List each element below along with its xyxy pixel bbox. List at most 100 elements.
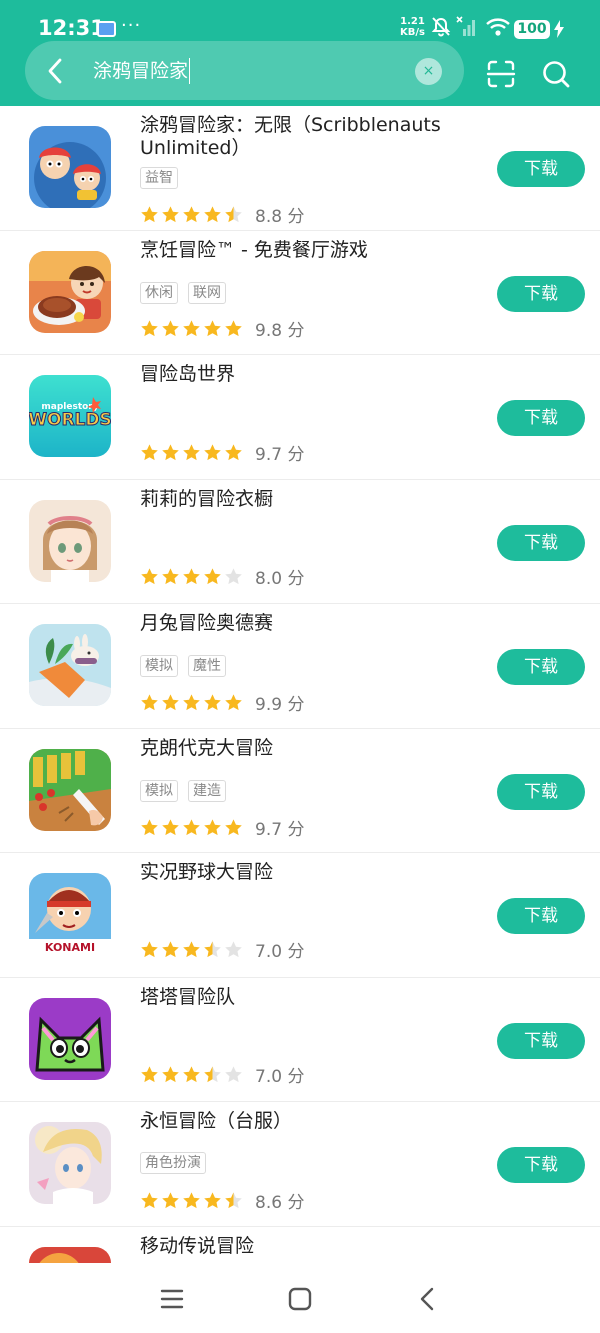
search-icon[interactable] (541, 59, 571, 89)
app-icon-power-pros-adventure[interactable]: KONAMI (29, 873, 111, 955)
app-rating: 9.8 分 (140, 316, 304, 341)
app-score: 8.0 分 (255, 568, 305, 589)
app-rating: 9.7 分 (140, 440, 304, 465)
app-score: 7.0 分 (255, 942, 305, 962)
scan-icon[interactable] (486, 59, 516, 89)
app-icon-cooking-adventure[interactable] (29, 250, 111, 333)
app-icon-klondike-adventures[interactable] (29, 748, 111, 831)
app-name[interactable]: 莉莉的冒险衣橱 (140, 488, 460, 511)
app-icon-moon-rabbit-odyssey[interactable] (29, 624, 111, 706)
wifi-icon (486, 18, 510, 36)
clear-search-button[interactable]: × (415, 58, 442, 85)
app-name[interactable]: 实况野球大冒险 (140, 861, 460, 884)
app-rating: 9.9 分 (140, 690, 304, 715)
star-rating (140, 567, 243, 586)
app-icon-maplestory-worlds[interactable]: maplestory WORLDS (29, 375, 111, 457)
star-icon (162, 444, 179, 461)
star-icon (225, 694, 242, 711)
download-button[interactable]: 下载 (497, 151, 585, 187)
star-rating (140, 319, 243, 338)
app-row[interactable]: 涂鸦冒险家：无限（Scribblenauts Unlimited） 益智 8.8… (0, 106, 600, 231)
star-icon (162, 1192, 179, 1209)
app-icon-tata-adventure-team[interactable] (29, 997, 111, 1080)
app-name[interactable]: 冒险岛世界 (140, 363, 460, 386)
star-icon (225, 444, 242, 461)
app-score: 9.7 分 (255, 445, 305, 465)
app-row[interactable]: 永恒冒险（台服） 角色扮演 8.6 分 下载 (0, 1102, 600, 1227)
konami-wordmark: KONAMI (45, 941, 95, 954)
star-icon (141, 694, 158, 711)
star-icon (225, 1065, 242, 1082)
star-icon (162, 818, 179, 835)
app-rating: 8.0 分 (140, 564, 304, 589)
star-icon (141, 206, 158, 223)
search-bar[interactable] (25, 41, 464, 100)
star-rating (140, 818, 243, 837)
app-row[interactable]: 克朗代克大冒险 模拟 建造 9.7 分 下载 (0, 729, 600, 853)
star-icon (225, 818, 242, 835)
star-icon (225, 319, 242, 336)
app-name[interactable]: 烹饪冒险™ - 免费餐厅游戏 (140, 239, 460, 262)
star-icon (162, 319, 179, 336)
network-speed-value: 1.21 (400, 16, 425, 27)
app-rating: 7.0 分 (140, 937, 304, 962)
star-icon (204, 694, 221, 711)
star-rating (140, 940, 243, 959)
download-button[interactable]: 下载 (497, 773, 585, 810)
star-icon (183, 694, 200, 711)
star-icon (183, 941, 200, 958)
back-icon[interactable] (414, 1285, 442, 1313)
star-icon (141, 1065, 158, 1082)
app-row[interactable]: maplestory WORLDS 冒险岛世界 9.7 分 下载 (0, 355, 600, 480)
back-arrow-icon[interactable] (44, 57, 68, 85)
menu-icon[interactable] (158, 1285, 186, 1313)
download-button[interactable]: 下载 (497, 1147, 585, 1183)
app-name[interactable]: 永恒冒险（台服） (140, 1110, 460, 1133)
app-icon-eternal-adventure[interactable] (29, 1122, 111, 1204)
search-input[interactable]: 涂鸦冒险家 (93, 58, 191, 84)
download-button[interactable]: 下载 (497, 898, 585, 934)
system-navigation-bar (0, 1263, 600, 1333)
star-icon (183, 1192, 200, 1209)
app-name[interactable]: 塔塔冒险队 (140, 986, 460, 1009)
app-icon-lily-wardrobe[interactable] (29, 499, 111, 582)
status-time: 12:31 (38, 16, 105, 40)
star-icon (141, 1192, 158, 1209)
star-icon (204, 941, 221, 958)
download-button[interactable]: 下载 (497, 1022, 585, 1059)
app-row[interactable]: 移动传说冒险 (0, 1227, 600, 1263)
app-row[interactable]: 塔塔冒险队 7.0 分 下载 (0, 978, 600, 1102)
app-name[interactable]: 涂鸦冒险家：无限（Scribblenauts Unlimited） (140, 114, 460, 160)
app-icon-scribblenauts[interactable] (29, 126, 111, 208)
app-tag: 建造 (188, 779, 226, 802)
star-icon (162, 567, 179, 584)
charging-icon (554, 20, 564, 38)
network-speed-unit: KB/s (400, 27, 425, 38)
star-icon (183, 319, 200, 336)
star-icon (162, 1065, 179, 1082)
app-tags: 休闲 联网 (140, 281, 226, 304)
app-name[interactable]: 月兔冒险奥德赛 (140, 612, 460, 635)
download-button[interactable]: 下载 (497, 275, 585, 312)
download-button[interactable]: 下载 (497, 400, 585, 436)
star-icon (141, 941, 158, 958)
network-speed: 1.21 KB/s (400, 16, 425, 38)
app-row[interactable]: 莉莉的冒险衣橱 8.0 分 下载 (0, 480, 600, 604)
home-icon[interactable] (286, 1285, 314, 1313)
star-icon (204, 319, 221, 336)
app-row[interactable]: 月兔冒险奥德赛 模拟 魔性 9.9 分 下载 (0, 604, 600, 729)
download-button[interactable]: 下载 (497, 524, 585, 561)
app-tag: 模拟 (140, 655, 178, 677)
star-icon (225, 567, 242, 584)
notification-icon (97, 21, 116, 37)
app-tag: 角色扮演 (140, 1152, 206, 1174)
app-name[interactable]: 移动传说冒险 (140, 1235, 460, 1258)
star-rating (140, 1065, 243, 1084)
app-tag: 联网 (188, 281, 226, 304)
app-score: 8.6 分 (255, 1193, 305, 1213)
app-icon-mobile-legends-adventure[interactable] (29, 1246, 111, 1263)
app-name[interactable]: 克朗代克大冒险 (140, 737, 460, 760)
app-row[interactable]: KONAMI 实况野球大冒险 7.0 分 下载 (0, 853, 600, 978)
download-button[interactable]: 下载 (497, 649, 585, 685)
app-row[interactable]: 烹饪冒险™ - 免费餐厅游戏 休闲 联网 9.8 分 下载 (0, 231, 600, 355)
